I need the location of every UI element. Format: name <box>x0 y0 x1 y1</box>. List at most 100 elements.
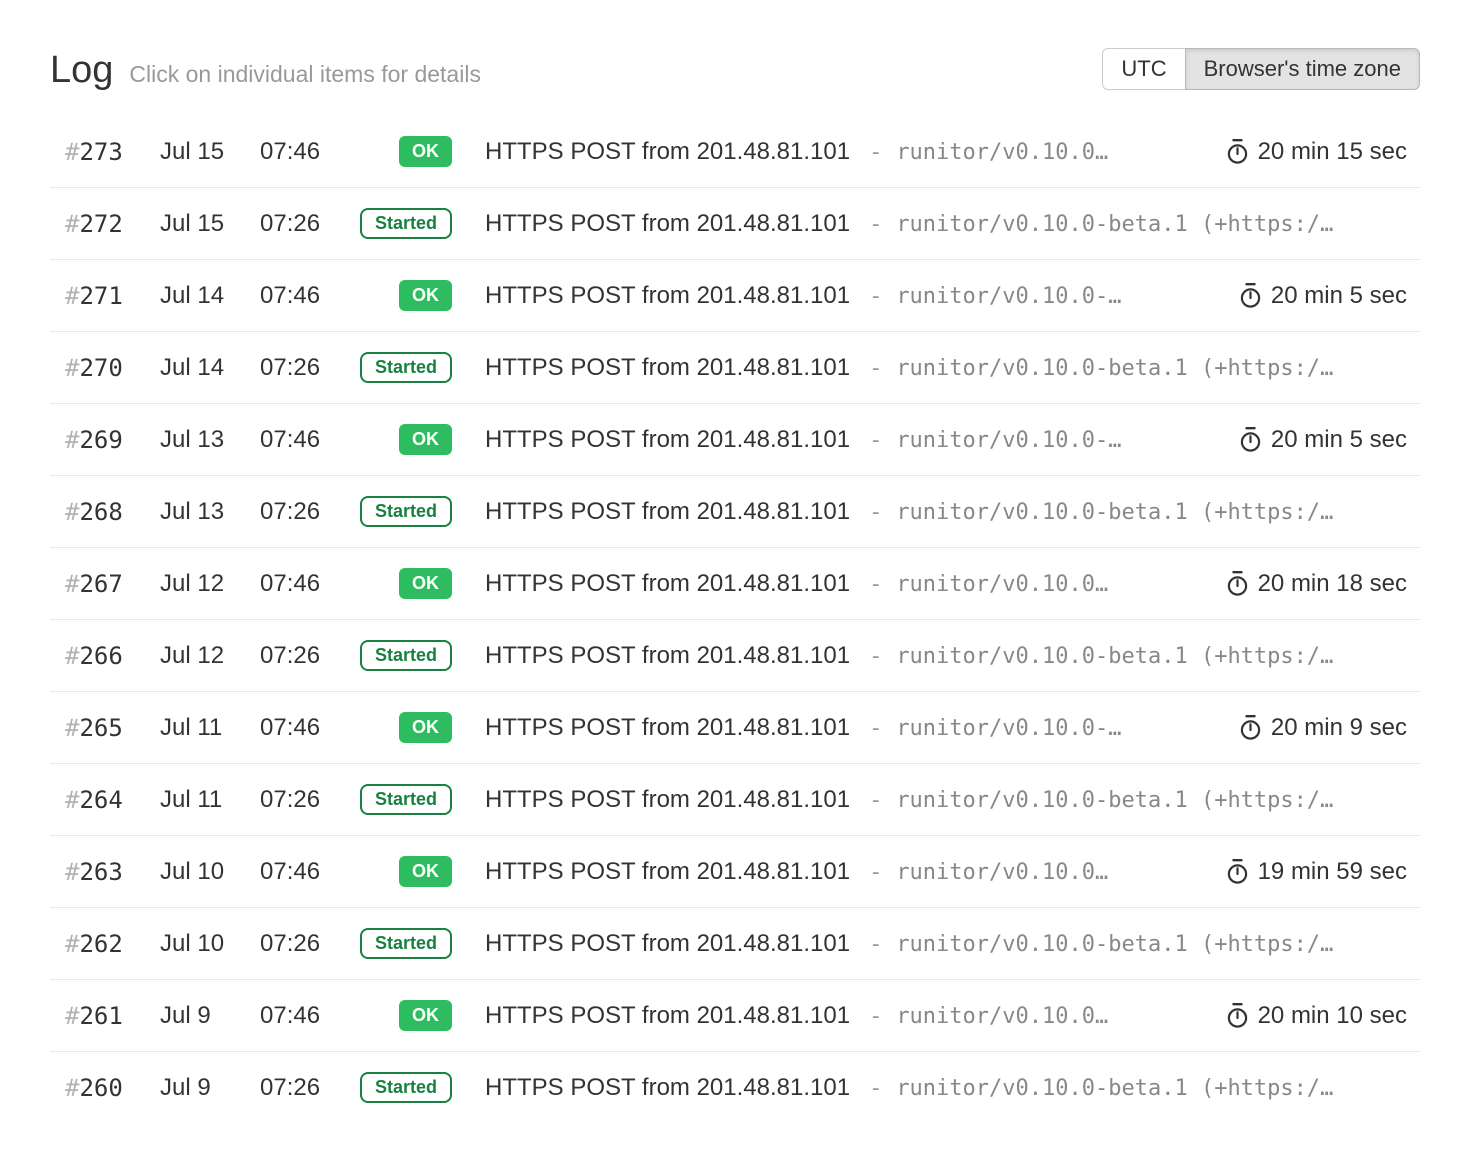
stopwatch-icon <box>1226 1002 1249 1029</box>
separator-dash: - <box>869 860 882 885</box>
user-agent-text: runitor/v0.10.0… <box>896 572 1108 597</box>
duration: 20 min 10 sec <box>1208 1002 1420 1030</box>
log-row[interactable]: #263 Jul 10 07:46 OK HTTPS POST from 201… <box>50 836 1420 908</box>
log-row[interactable]: #270 Jul 14 07:26 Started HTTPS POST fro… <box>50 332 1420 404</box>
number-value: 272 <box>79 210 122 238</box>
number-value: 268 <box>79 498 122 526</box>
separator-dash: - <box>869 500 882 525</box>
event-description-cell: HTTPS POST from 201.48.81.101 - runitor/… <box>485 210 1420 238</box>
event-description: HTTPS POST from 201.48.81.101 <box>485 642 850 670</box>
number-value: 265 <box>79 714 122 742</box>
check-number: #269 <box>50 426 160 454</box>
status-badge: Started <box>360 640 452 671</box>
status-badge-cell: OK <box>352 280 452 311</box>
browser-timezone-button[interactable]: Browser's time zone <box>1185 48 1420 90</box>
event-time: 07:46 <box>260 282 352 310</box>
event-description-cell: HTTPS POST from 201.48.81.101 - runitor/… <box>485 354 1420 382</box>
separator-dash: - <box>869 788 882 813</box>
number-hash: # <box>65 786 79 814</box>
event-time: 07:26 <box>260 1074 352 1102</box>
event-time: 07:26 <box>260 354 352 382</box>
status-badge-cell: OK <box>352 424 452 455</box>
separator-dash: - <box>869 212 882 237</box>
check-number: #260 <box>50 1074 160 1102</box>
log-row[interactable]: #261 Jul 9 07:46 OK HTTPS POST from 201.… <box>50 980 1420 1052</box>
log-row[interactable]: #267 Jul 12 07:46 OK HTTPS POST from 201… <box>50 548 1420 620</box>
status-badge-cell: OK <box>352 712 452 743</box>
stopwatch-icon <box>1239 426 1262 453</box>
separator-dash: - <box>869 284 882 309</box>
status-badge: OK <box>399 280 452 311</box>
event-date: Jul 12 <box>160 642 260 670</box>
status-badge: OK <box>399 712 452 743</box>
number-hash: # <box>65 1002 79 1030</box>
number-hash: # <box>65 426 79 454</box>
event-time: 07:26 <box>260 930 352 958</box>
user-agent-text: runitor/v0.10.0… <box>896 1004 1108 1029</box>
event-description: HTTPS POST from 201.48.81.101 <box>485 1002 850 1030</box>
status-badge-cell: Started <box>352 928 452 959</box>
event-description: HTTPS POST from 201.48.81.101 <box>485 138 850 166</box>
timezone-toggle-group: UTC Browser's time zone <box>1102 48 1420 90</box>
status-badge-cell: OK <box>352 136 452 167</box>
page-title: Log <box>50 46 113 94</box>
user-agent-text: runitor/v0.10.0-beta.1 (+https:/… <box>896 788 1333 813</box>
log-row[interactable]: #260 Jul 9 07:26 Started HTTPS POST from… <box>50 1052 1420 1123</box>
log-row[interactable]: #271 Jul 14 07:46 OK HTTPS POST from 201… <box>50 260 1420 332</box>
duration: 19 min 59 sec <box>1208 858 1420 886</box>
status-badge: Started <box>360 928 452 959</box>
check-number: #261 <box>50 1002 160 1030</box>
status-badge-cell: Started <box>352 1072 452 1103</box>
log-row[interactable]: #264 Jul 11 07:26 Started HTTPS POST fro… <box>50 764 1420 836</box>
page-header: Log Click on individual items for detail… <box>50 0 1420 94</box>
log-row[interactable]: #268 Jul 13 07:26 Started HTTPS POST fro… <box>50 476 1420 548</box>
check-number: #268 <box>50 498 160 526</box>
user-agent-text: runitor/v0.10.0… <box>896 140 1108 165</box>
event-time: 07:46 <box>260 570 352 598</box>
separator-dash: - <box>869 356 882 381</box>
user-agent-text: runitor/v0.10.0-beta.1 (+https:/… <box>896 932 1333 957</box>
log-row[interactable]: #266 Jul 12 07:26 Started HTTPS POST fro… <box>50 620 1420 692</box>
event-description: HTTPS POST from 201.48.81.101 <box>485 354 850 382</box>
event-description: HTTPS POST from 201.48.81.101 <box>485 1074 850 1102</box>
log-row[interactable]: #273 Jul 15 07:46 OK HTTPS POST from 201… <box>50 116 1420 188</box>
status-badge-cell: Started <box>352 352 452 383</box>
utc-button[interactable]: UTC <box>1102 48 1184 90</box>
stopwatch-icon <box>1226 570 1249 597</box>
user-agent-text: runitor/v0.10.0-… <box>896 284 1121 309</box>
number-hash: # <box>65 930 79 958</box>
separator-dash: - <box>869 716 882 741</box>
event-description-cell: HTTPS POST from 201.48.81.101 - runitor/… <box>485 1074 1420 1102</box>
check-number: #264 <box>50 786 160 814</box>
check-number: #266 <box>50 642 160 670</box>
status-badge-cell: OK <box>352 856 452 887</box>
separator-dash: - <box>869 1076 882 1101</box>
status-badge-cell: OK <box>352 568 452 599</box>
duration: 20 min 5 sec <box>1221 426 1420 454</box>
separator-dash: - <box>869 1004 882 1029</box>
event-time: 07:26 <box>260 498 352 526</box>
separator-dash: - <box>869 644 882 669</box>
event-time: 07:46 <box>260 714 352 742</box>
event-date: Jul 9 <box>160 1002 260 1030</box>
event-description: HTTPS POST from 201.48.81.101 <box>485 498 850 526</box>
stopwatch-icon <box>1226 858 1249 885</box>
log-row[interactable]: #265 Jul 11 07:46 OK HTTPS POST from 201… <box>50 692 1420 764</box>
event-date: Jul 15 <box>160 210 260 238</box>
status-badge-cell: Started <box>352 784 452 815</box>
log-row[interactable]: #272 Jul 15 07:26 Started HTTPS POST fro… <box>50 188 1420 260</box>
event-date: Jul 10 <box>160 930 260 958</box>
log-row[interactable]: #269 Jul 13 07:46 OK HTTPS POST from 201… <box>50 404 1420 476</box>
event-date: Jul 12 <box>160 570 260 598</box>
event-date: Jul 10 <box>160 858 260 886</box>
event-description: HTTPS POST from 201.48.81.101 <box>485 714 850 742</box>
log-row[interactable]: #262 Jul 10 07:26 Started HTTPS POST fro… <box>50 908 1420 980</box>
duration-text: 20 min 5 sec <box>1271 426 1407 454</box>
event-description-cell: HTTPS POST from 201.48.81.101 - runitor/… <box>485 138 1208 166</box>
event-description-cell: HTTPS POST from 201.48.81.101 - runitor/… <box>485 426 1221 454</box>
user-agent-text: runitor/v0.10.0-… <box>896 428 1121 453</box>
event-description: HTTPS POST from 201.48.81.101 <box>485 570 850 598</box>
status-badge: Started <box>360 208 452 239</box>
event-description-cell: HTTPS POST from 201.48.81.101 - runitor/… <box>485 786 1420 814</box>
event-time: 07:26 <box>260 642 352 670</box>
